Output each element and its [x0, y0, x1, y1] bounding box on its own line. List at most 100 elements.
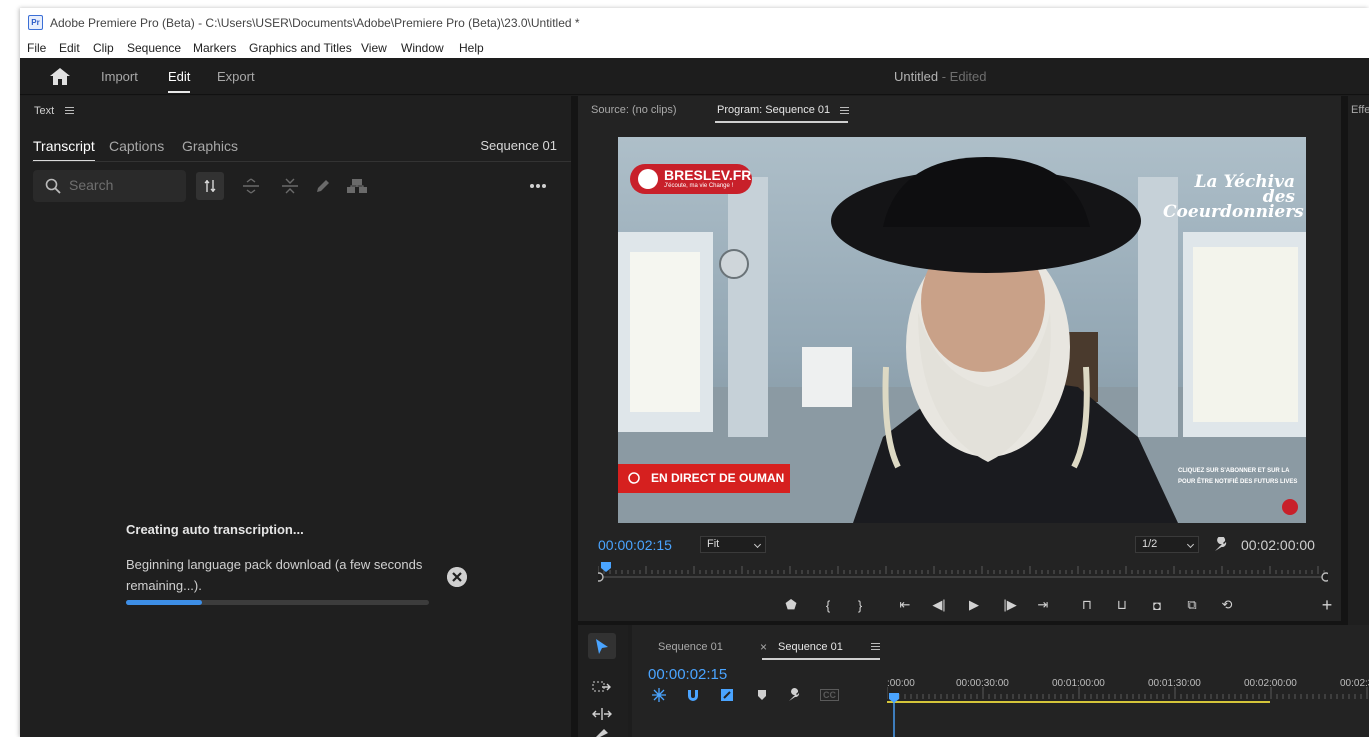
workspace-import[interactable]: Import	[101, 69, 138, 84]
program-time-ruler[interactable]	[598, 558, 1328, 584]
tools-panel	[578, 625, 628, 737]
close-tab-icon[interactable]: ×	[760, 640, 767, 654]
tab-source-monitor[interactable]: Source: (no clips)	[591, 104, 677, 116]
ruler-label-2: 00:01:00:00	[1052, 678, 1105, 689]
go-to-in-icon[interactable]: ⇤	[895, 595, 915, 615]
go-to-out-icon[interactable]: ⇥	[1033, 595, 1053, 615]
collapse-icon	[282, 178, 298, 194]
expand-icon	[243, 178, 259, 194]
track-select-tool-icon[interactable]	[592, 680, 612, 694]
ruler-label-4: 00:02:00:00	[1244, 678, 1297, 689]
progress-title: Creating auto transcription...	[126, 522, 304, 537]
timeline-tab-underline	[762, 658, 880, 660]
program-monitor: Source: (no clips) Program: Sequence 01	[578, 96, 1341, 621]
premiere-window: Pr Adobe Premiere Pro (Beta) - C:\Users\…	[20, 8, 1369, 737]
menu-clip[interactable]: Clip	[93, 41, 114, 55]
razor-tool-icon[interactable]	[594, 729, 610, 737]
extract-icon[interactable]: ⊔	[1112, 595, 1132, 615]
search-icon	[45, 178, 61, 194]
tab-captions[interactable]: Captions	[109, 138, 164, 154]
step-back-icon[interactable]: ◀|	[929, 595, 949, 615]
text-panel-menu-icon[interactable]	[65, 107, 74, 114]
menu-sequence[interactable]: Sequence	[127, 41, 181, 55]
search-input[interactable]	[69, 177, 179, 193]
menu-file[interactable]: File	[27, 41, 46, 55]
step-forward-icon[interactable]: |▶	[1000, 595, 1020, 615]
tab-program-monitor[interactable]: Program: Sequence 01	[717, 104, 830, 116]
cancel-transcription-icon[interactable]	[447, 567, 467, 587]
nest-sequence-icon[interactable]	[652, 688, 666, 702]
tab-effects[interactable]: Effe	[1351, 104, 1369, 116]
tab-graphics[interactable]: Graphics	[182, 138, 238, 154]
zoom-level-value: Fit	[707, 538, 720, 550]
ruler-label-0: :00:00	[887, 678, 915, 689]
zoom-level-dropdown[interactable]: Fit	[700, 536, 766, 553]
split-vertical-icon	[204, 180, 216, 192]
ruler-label-3: 00:01:30:00	[1148, 678, 1201, 689]
menu-help[interactable]: Help	[459, 41, 484, 55]
mark-in-icon[interactable]: {	[818, 595, 838, 615]
edit-text-button[interactable]	[309, 172, 337, 200]
more-options-button[interactable]	[524, 172, 552, 200]
add-marker-icon[interactable]: ⬟	[781, 595, 801, 615]
transcript-search[interactable]	[33, 170, 186, 202]
tab-transcript[interactable]: Transcript	[33, 138, 95, 162]
panel-splitter[interactable]	[571, 96, 578, 737]
pencil-icon	[317, 180, 329, 192]
linked-selection-icon[interactable]	[720, 688, 734, 702]
ruler-label-1: 00:00:30:00	[956, 678, 1009, 689]
timeline-timecode[interactable]: 00:00:02:15	[648, 666, 727, 683]
menu-bar: File Edit Clip Sequence Markers Graphics…	[20, 38, 1369, 58]
workspace-edit[interactable]: Edit	[168, 69, 191, 93]
snap-magnet-icon[interactable]	[686, 688, 700, 702]
mark-out-icon[interactable]: }	[850, 595, 870, 615]
play-icon[interactable]: ▶	[964, 595, 984, 615]
sequence-duration: 00:02:00:00	[1241, 537, 1315, 553]
menu-view[interactable]: View	[361, 41, 387, 55]
timeline-menu-icon[interactable]	[871, 643, 880, 650]
progress-bar	[126, 600, 429, 605]
lift-icon[interactable]: ⊓	[1077, 595, 1097, 615]
menu-edit[interactable]: Edit	[59, 41, 80, 55]
comparison-view-icon[interactable]: ⧉	[1182, 595, 1202, 615]
brand-tagline: J'écoute, ma vie Change !	[664, 183, 734, 189]
project-status: - Edited	[941, 69, 987, 84]
timeline-tab-2[interactable]: Sequence 01	[778, 641, 843, 653]
home-icon[interactable]	[50, 68, 70, 85]
export-frame-icon[interactable]: ◘	[1147, 595, 1167, 615]
expand-segment-button[interactable]	[237, 172, 265, 200]
timeline-settings-wrench-icon[interactable]	[787, 688, 801, 702]
ruler-label-5: 00:02:30:0	[1340, 678, 1369, 689]
playback-resolution-dropdown[interactable]: 1/2	[1135, 536, 1199, 553]
brand-logo-text: BRESLEV.FR	[664, 167, 752, 183]
progress-message: Beginning language pack download (a few …	[126, 557, 423, 593]
channel-logo-text: La Yéchiva des Coeurdonniers	[1163, 172, 1304, 222]
ripple-edit-tool-icon[interactable]	[592, 707, 612, 721]
playhead-timecode[interactable]: 00:00:02:15	[598, 537, 672, 553]
program-tab-underline	[715, 121, 848, 123]
create-captions-button[interactable]	[343, 172, 371, 200]
timeline-tab-1[interactable]: Sequence 01	[658, 641, 723, 653]
timeline-panel: Sequence 01 × Sequence 01 00:00:02:15 CC	[632, 625, 1369, 737]
menu-window[interactable]: Window	[401, 41, 444, 55]
add-marker-timeline-icon[interactable]	[756, 689, 768, 701]
toggle-proxies-icon[interactable]: ⟲	[1217, 595, 1237, 615]
ellipsis-icon	[530, 184, 546, 188]
chevron-down-icon	[1186, 540, 1195, 549]
closed-captions-icon[interactable]: CC	[820, 689, 839, 701]
program-video-frame[interactable]: BRESLEV.FR J'écoute, ma vie Change ! La …	[618, 137, 1306, 523]
transcript-sequence-name: Sequence 01	[480, 138, 557, 153]
merge-segments-button[interactable]	[276, 172, 304, 200]
wrench-icon[interactable]	[1213, 537, 1229, 553]
program-monitor-menu-icon[interactable]	[840, 107, 849, 114]
transcription-progress: Creating auto transcription... Beginning…	[126, 522, 476, 605]
selection-tool-icon[interactable]	[595, 638, 609, 655]
text-panel: Text Transcript Captions Graphics Sequen…	[20, 96, 572, 737]
add-button-icon[interactable]: +	[1317, 595, 1337, 615]
notify-line-1: CLIQUEZ SUR S'ABONNER ET SUR LA	[1178, 468, 1290, 474]
playback-resolution-value: 1/2	[1142, 538, 1158, 550]
menu-markers[interactable]: Markers	[193, 41, 236, 55]
workspace-export[interactable]: Export	[217, 69, 255, 84]
menu-graphics-and-titles[interactable]: Graphics and Titles	[249, 41, 352, 55]
speaker-labels-toggle[interactable]	[196, 172, 224, 200]
